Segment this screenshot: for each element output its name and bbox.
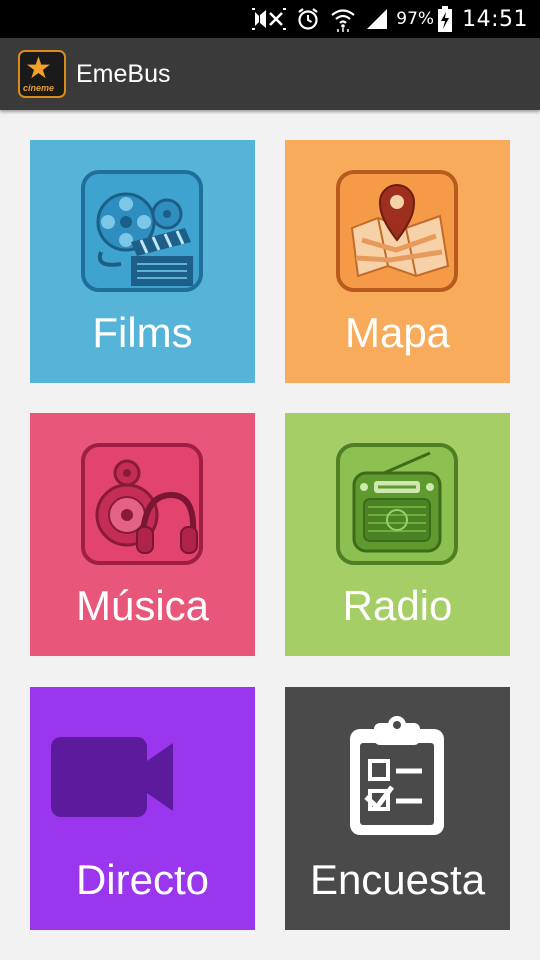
tile-label: Films (92, 309, 193, 356)
tile-label: Directo (75, 856, 210, 903)
alarm-icon (296, 7, 320, 31)
app-logo[interactable]: ★ cineme (18, 50, 66, 98)
tile-films[interactable]: Films (30, 140, 255, 383)
tile-label: Radio (342, 582, 453, 629)
clipboard-checklist-icon (344, 715, 450, 839)
map-pin-icon (336, 170, 458, 292)
star-logo-icon: ★ (25, 52, 52, 85)
film-reel-clapperboard-icon (81, 170, 203, 292)
logo-text: cineme (23, 83, 55, 93)
tile-label: Mapa (344, 309, 451, 356)
battery-charging-icon (438, 6, 453, 32)
signal-icon (366, 8, 388, 30)
battery-percentage: 97% (396, 9, 435, 29)
tile-directo[interactable]: Directo (30, 687, 255, 930)
video-camera-icon (51, 717, 181, 839)
action-bar: ★ cineme EmeBus (0, 38, 540, 110)
speaker-headphones-icon (81, 443, 203, 565)
wifi-icon (330, 6, 356, 32)
app-title: EmeBus (76, 59, 171, 88)
tile-mapa[interactable]: Mapa (285, 140, 510, 383)
radio-icon (336, 443, 458, 565)
tile-musica[interactable]: Música (30, 413, 255, 656)
tile-radio[interactable]: Radio (285, 413, 510, 656)
tile-label: Música (75, 582, 210, 629)
mute-icon (252, 7, 287, 31)
tile-encuesta[interactable]: Encuesta (285, 687, 510, 930)
status-bar: 97% 14:51 (0, 0, 540, 38)
tile-label: Encuesta (309, 856, 486, 903)
clock: 14:51 (462, 6, 528, 32)
